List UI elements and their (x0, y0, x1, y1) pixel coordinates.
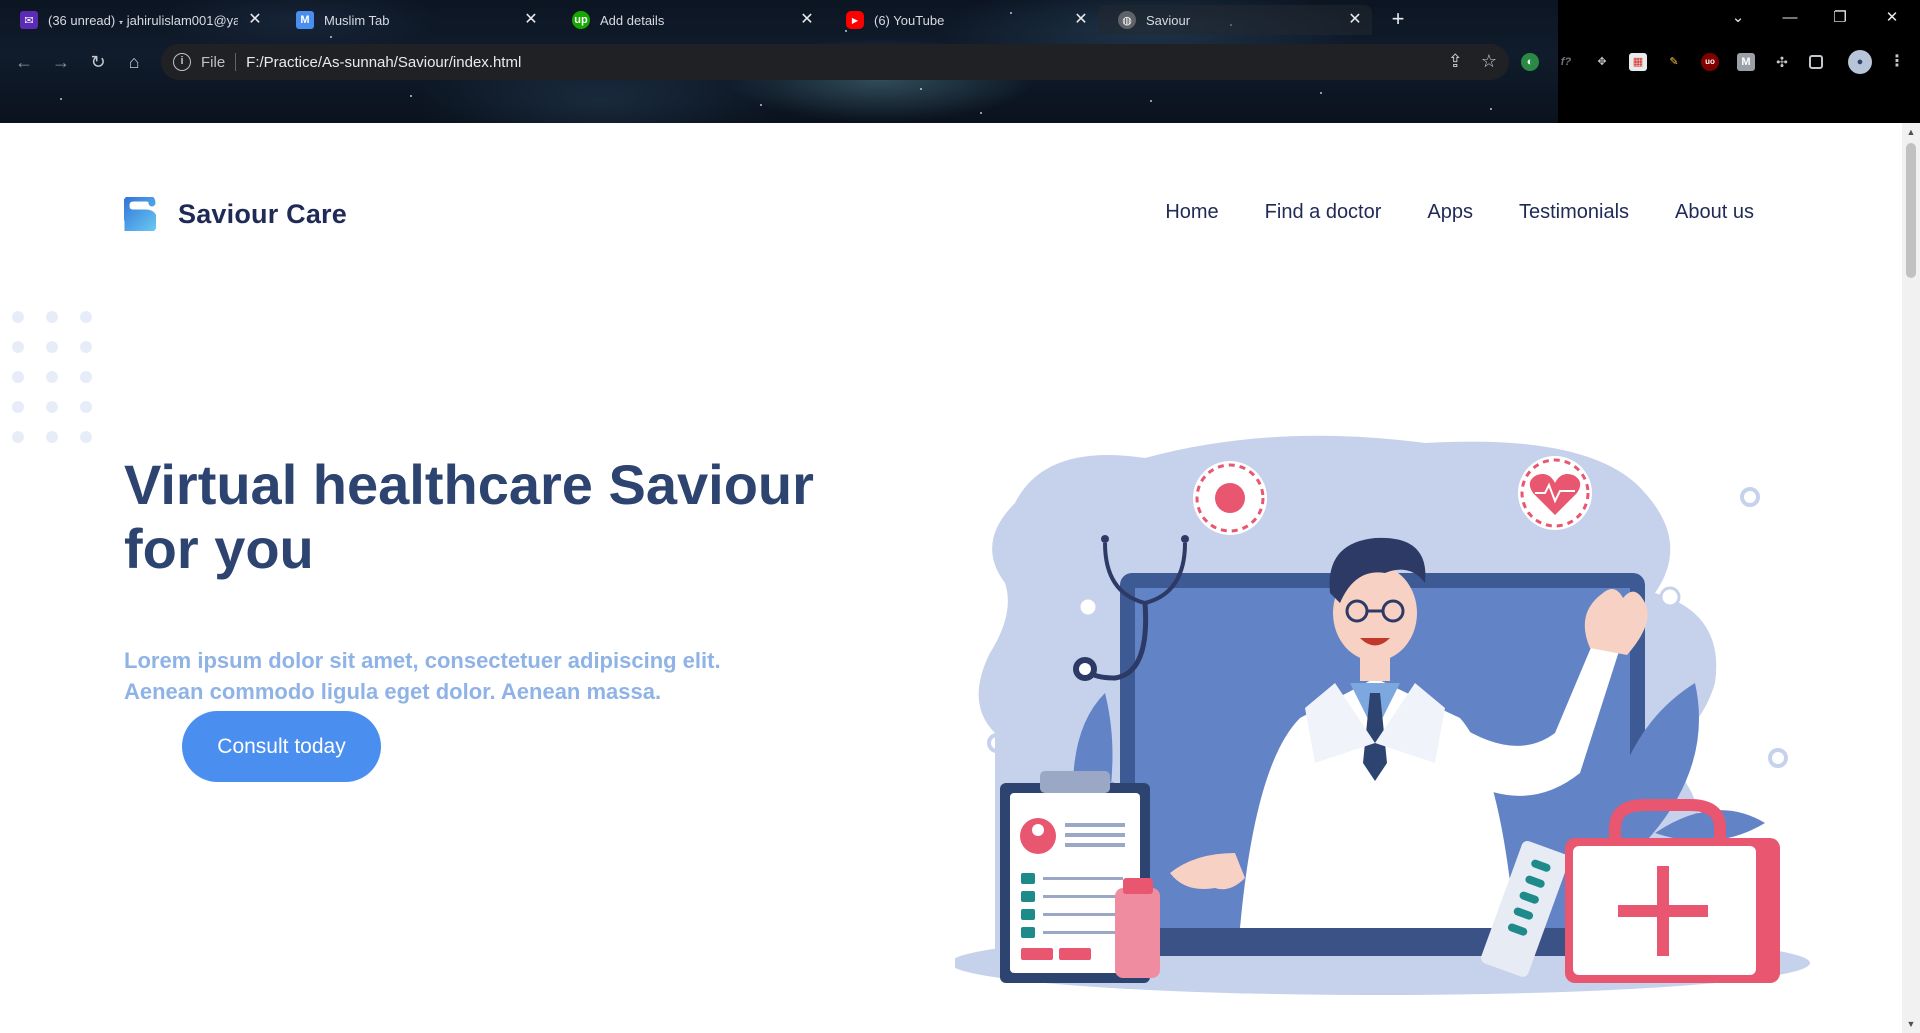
youtube-icon: ▶ (846, 11, 864, 29)
tab-add-details[interactable]: up Add details ✕ (552, 5, 824, 35)
close-icon[interactable]: ✕ (246, 11, 264, 29)
tab-youtube[interactable]: ▶ (6) YouTube ✕ (826, 5, 1098, 35)
globe-icon: ◍ (1118, 11, 1136, 29)
new-tab-plus-icon[interactable]: + (1386, 7, 1410, 31)
site-info-icon[interactable]: i (173, 53, 191, 71)
scroll-up-arrow-icon[interactable]: ▲ (1906, 127, 1916, 137)
mail-icon: ✉ (20, 11, 38, 29)
extension-globe-icon[interactable]: ◐ (1521, 53, 1539, 71)
tab-title: Saviour (1146, 12, 1191, 28)
heart-badge (1518, 456, 1592, 530)
calendar-extension-icon[interactable]: ▦ (1629, 53, 1647, 71)
pen-extension-icon[interactable]: ✎ (1665, 53, 1683, 71)
url-text[interactable]: F:/Practice/As-sunnah/Saviour/index.html (246, 54, 521, 71)
browser-toolbar: ← → ↻ ⌂ i File F:/Practice/As-sunnah/Sav… (0, 40, 1920, 84)
window-close-icon[interactable]: ✕ (1870, 4, 1914, 32)
close-icon[interactable]: ✕ (1072, 11, 1090, 29)
brand-name: Saviour Care (178, 198, 347, 229)
url-scheme: File (201, 53, 226, 71)
back-arrow-icon[interactable]: ← (12, 50, 36, 74)
tab-title: (6) YouTube (874, 12, 945, 28)
doctor-illustration (955, 435, 1810, 995)
medicine-bottle (1115, 888, 1160, 978)
puzzle-extensions-icon[interactable]: ✣ (1773, 53, 1791, 71)
tab-title: Add details (600, 12, 665, 28)
m-icon: M (296, 11, 314, 29)
scroll-down-arrow-icon[interactable]: ▼ (1906, 1019, 1916, 1029)
hero-subtitle: Lorem ipsum dolor sit amet, consectetuer… (124, 648, 721, 704)
close-icon[interactable]: ✕ (798, 11, 816, 29)
hero-title: Virtual healthcare Saviour for you (124, 453, 814, 580)
menu-kebab-icon[interactable]: ⋮ (1888, 53, 1906, 71)
tab-saviour[interactable]: ◍ Saviour ✕ (1098, 5, 1372, 35)
profile-avatar[interactable]: ● (1848, 50, 1872, 74)
tab-mail[interactable]: ✉ (36 unread) - jahirulislam001@yahoo ✕ (0, 5, 272, 35)
reload-icon[interactable]: ↻ (86, 50, 110, 74)
tab-muslim-tab[interactable]: M Muslim Tab ✕ (276, 5, 548, 35)
consult-today-button[interactable]: Consult today (182, 711, 381, 782)
tab-strip: ✉ (36 unread) - jahirulislam001@yahoo ✕ … (0, 0, 1920, 40)
nav-find-a-doctor[interactable]: Find a doctor (1265, 201, 1382, 224)
close-icon[interactable]: ✕ (522, 11, 540, 29)
m-extension-icon[interactable]: M (1737, 53, 1755, 71)
share-icon[interactable]: ⇪ (1448, 51, 1463, 72)
upwork-icon: up (572, 11, 590, 29)
omnibox-actions: ⇪ ☆ (1448, 51, 1497, 72)
main-nav: Home Find a doctor Apps Testimonials Abo… (1165, 201, 1754, 224)
minimize-icon[interactable]: — (1768, 4, 1812, 32)
restore-icon[interactable]: ❐ (1818, 4, 1862, 32)
nav-about-us[interactable]: About us (1675, 201, 1754, 224)
bookmark-star-icon[interactable]: ☆ (1481, 51, 1497, 72)
brand-logo[interactable]: Saviour Care (124, 197, 347, 231)
decorative-dot-grid (12, 311, 92, 443)
home-icon[interactable]: ⌂ (122, 50, 146, 74)
ublock-icon[interactable]: uo (1701, 53, 1719, 71)
tab-search-chevron-icon[interactable]: ⌄ (1716, 4, 1760, 32)
nav-home[interactable]: Home (1165, 201, 1218, 224)
tab-title: (36 unread) - jahirulislam001@yahoo (48, 12, 238, 28)
formula-extension-icon[interactable]: f? (1557, 53, 1575, 71)
tab-title: Muslim Tab (324, 12, 390, 28)
virus-badge (1193, 461, 1267, 535)
address-bar[interactable]: i File F:/Practice/As-sunnah/Saviour/ind… (161, 44, 1509, 80)
page-scrollbar[interactable]: ▲ ▼ (1902, 123, 1920, 1033)
browser-chrome: ✉ (36 unread) - jahirulislam001@yahoo ✕ … (0, 0, 1920, 123)
scrollbar-thumb[interactable] (1906, 143, 1916, 278)
move-extension-icon[interactable]: ✥ (1593, 53, 1611, 71)
nav-apps[interactable]: Apps (1427, 201, 1473, 224)
close-icon[interactable]: ✕ (1346, 11, 1364, 29)
brand-s-icon (124, 197, 156, 231)
nav-testimonials[interactable]: Testimonials (1519, 201, 1629, 224)
forward-arrow-icon[interactable]: → (49, 50, 73, 74)
side-panel-icon[interactable] (1809, 55, 1823, 69)
divider (235, 53, 237, 71)
